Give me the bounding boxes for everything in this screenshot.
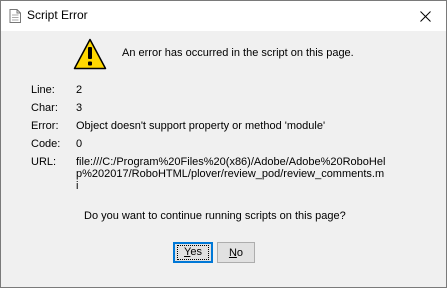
document-icon <box>9 9 21 23</box>
code-label: Code: <box>31 138 61 150</box>
char-value: 3 <box>76 102 83 114</box>
error-label: Error: <box>31 120 59 132</box>
continue-question: Do you want to continue running scripts … <box>84 210 346 222</box>
url-label: URL: <box>31 156 57 168</box>
script-error-dialog: Script Error An error has occurred in th… <box>0 0 447 288</box>
error-message: An error has occurred in the script on t… <box>122 47 354 59</box>
error-value: Object doesn't support property or metho… <box>76 120 326 132</box>
yes-button[interactable]: Yes <box>173 242 213 263</box>
close-icon <box>419 10 431 22</box>
no-button-label: No <box>228 246 244 259</box>
no-button[interactable]: No <box>217 242 255 263</box>
window-title: Script Error <box>27 8 88 22</box>
warning-icon <box>73 38 107 70</box>
yes-button-label: Yes <box>177 245 209 260</box>
close-button[interactable] <box>404 1 446 31</box>
char-label: Char: <box>31 102 58 114</box>
code-value: 0 <box>76 138 83 150</box>
line-label: Line: <box>31 84 55 96</box>
line-value: 2 <box>76 84 83 96</box>
title-bar: Script Error <box>1 1 446 31</box>
url-value: file:///C:/Program%20Files%20(x86)/Adobe… <box>76 156 386 192</box>
